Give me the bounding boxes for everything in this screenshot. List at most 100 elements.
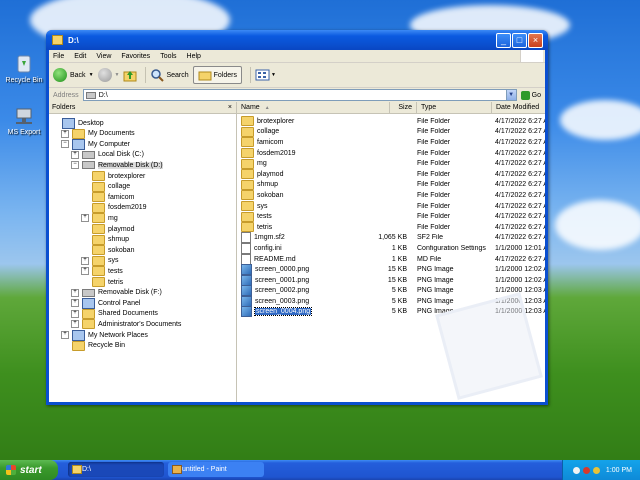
file-type: File Folder <box>417 213 451 221</box>
file-row[interactable]: tests File Folder 4/17/2022 6:27 AM <box>237 211 545 222</box>
tree-item[interactable]: collage <box>81 181 130 192</box>
security-tray-icon[interactable] <box>582 466 590 474</box>
network-tray-icon[interactable] <box>572 466 580 474</box>
menu-edit[interactable]: Edit <box>74 53 86 60</box>
file-name: 1mgm.sf2 <box>254 234 285 242</box>
tree-item[interactable]: + mg <box>81 213 118 224</box>
tree-item[interactable]: + Removable Disk (F:) <box>71 288 162 298</box>
menu-file[interactable]: File <box>53 53 64 60</box>
file-type: File Folder <box>417 160 451 168</box>
file-row[interactable]: config.ini 1 KB Configuration Settings 1/1/… <box>237 242 545 254</box>
tree-item[interactable]: + My Documents <box>61 128 135 139</box>
file-name-cell: brotexplorer <box>237 116 341 127</box>
forward-button[interactable]: ▼ <box>97 68 119 82</box>
expand-icon[interactable]: + <box>81 214 89 223</box>
menu-favorites[interactable]: Favorites <box>121 53 150 60</box>
tree-item[interactable]: brotexplorer <box>81 171 145 181</box>
up-button[interactable] <box>123 68 137 82</box>
taskbar-button-paint[interactable]: untitled - Paint <box>168 462 264 477</box>
file-row[interactable]: 1mgm.sf2 1,065 KB SF2 File 4/17/2022 6:27 A… <box>237 232 545 244</box>
views-button[interactable]: ▼ <box>255 69 276 81</box>
expand-icon[interactable]: + <box>71 299 79 308</box>
back-button[interactable]: Back ▼ <box>53 68 94 82</box>
taskbar-button-explorer[interactable]: D:\ <box>68 462 164 477</box>
folders-button[interactable]: Folders <box>192 66 242 84</box>
search-button[interactable]: Search <box>150 68 189 82</box>
file-row[interactable]: playmod File Folder 4/17/2022 6:27 AM <box>237 169 545 180</box>
start-button[interactable]: start <box>0 460 58 480</box>
column-header-type[interactable]: Type <box>417 102 492 113</box>
file-row[interactable]: fosdem2019 File Folder 4/17/2022 6:27 AM <box>237 148 545 159</box>
maximize-button[interactable]: □ <box>512 33 527 48</box>
tree-item[interactable]: + Control Panel <box>71 297 140 309</box>
go-button[interactable]: Go <box>520 90 541 100</box>
column-header-date[interactable]: Date Modified <box>492 102 545 113</box>
drive-icon <box>82 150 95 159</box>
folder-icon <box>82 308 95 319</box>
expand-icon[interactable]: + <box>81 256 89 265</box>
file-date: 4/17/2022 6:27 AM <box>495 181 545 189</box>
file-row[interactable]: shmup File Folder 4/17/2022 6:27 AM <box>237 179 545 191</box>
file-row[interactable]: screen_0002.png 5 KB PNG Image 1/1/2000 12:… <box>237 285 545 297</box>
volume-tray-icon[interactable] <box>592 466 600 474</box>
tree-item[interactable]: Recycle Bin <box>61 340 125 351</box>
column-header-size-label: Size <box>398 104 412 111</box>
minimize-button[interactable]: _ <box>496 33 511 48</box>
expand-icon[interactable]: + <box>61 129 69 138</box>
file-row[interactable]: mg File Folder 4/17/2022 6:27 AM <box>237 158 545 169</box>
file-row[interactable]: sokoban File Folder 4/17/2022 6:27 AM <box>237 190 545 201</box>
column-header-size[interactable]: Size <box>390 102 417 113</box>
expand-icon[interactable]: + <box>61 331 69 339</box>
tree-item[interactable]: tetris <box>81 277 123 287</box>
title-bar[interactable]: D:\ <box>46 30 548 50</box>
tree-item[interactable]: shmup <box>81 234 129 245</box>
folders-label: Folders <box>213 71 237 79</box>
column-header-name[interactable]: Name ▲ <box>237 102 390 113</box>
menu-help[interactable]: Help <box>187 53 201 60</box>
file-row[interactable]: sys File Folder 4/17/2022 6:27 AM <box>237 201 545 212</box>
expand-icon[interactable]: + <box>71 320 79 329</box>
file-row[interactable]: brotexplorer File Folder 4/17/2022 6:27 AM <box>237 116 545 127</box>
file-name: README.md <box>254 255 296 263</box>
file-row[interactable]: screen_0001.png 15 KB PNG Image 1/1/2000 12… <box>237 274 545 286</box>
tree-item[interactable]: + Administrator's Documents <box>71 319 182 330</box>
tree-item[interactable]: − Removable Disk (D:) <box>71 160 163 170</box>
file-row[interactable]: screen_0000.png 15 KB PNG Image 1/1/2000 12… <box>237 264 545 276</box>
expand-icon[interactable]: + <box>81 267 89 276</box>
tree-item[interactable]: sokoban <box>81 245 134 256</box>
expand-icon[interactable]: + <box>71 150 79 159</box>
tree-item[interactable]: + Local Disk (C:) <box>71 150 144 160</box>
tree-item[interactable]: Desktop <box>51 117 104 129</box>
address-input[interactable]: D:\ <box>82 89 507 101</box>
file-date: 1/1/2000 12:02 AM <box>495 276 545 284</box>
menu-view[interactable]: View <box>96 53 111 60</box>
menu-tools[interactable]: Tools <box>160 53 176 60</box>
tree-item[interactable]: + tests <box>81 266 123 277</box>
collapse-icon[interactable]: − <box>71 161 79 170</box>
file-row[interactable]: README.md 1 KB MD File 4/17/2022 6:27 AM <box>237 253 545 265</box>
file-row[interactable]: tetris File Folder 4/17/2022 6:27 AM <box>237 222 545 233</box>
file-row[interactable]: famicom File Folder 4/17/2022 6:27 AM <box>237 137 545 148</box>
folders-pane-close-button[interactable]: × <box>228 104 232 111</box>
recycle-bin-icon <box>14 52 34 74</box>
collapse-icon[interactable]: − <box>61 140 69 149</box>
file-name-cell: mg <box>237 158 341 169</box>
tree-item[interactable]: + Shared Documents <box>71 308 158 319</box>
tree-item[interactable]: playmod <box>81 224 134 234</box>
close-button[interactable]: × <box>528 33 543 48</box>
tree-item-label: Administrator's Documents <box>98 320 182 328</box>
clock[interactable]: 1:00 PM <box>606 467 632 474</box>
address-dropdown-button[interactable]: ▼ <box>505 89 517 101</box>
tree-item[interactable]: + My Network Places <box>61 329 148 341</box>
desktop-icon-recycle-bin[interactable]: Recycle Bin <box>2 52 46 84</box>
tree-item[interactable]: + sys <box>81 255 119 266</box>
file-size: 5 KB <box>391 297 407 305</box>
file-row[interactable]: collage File Folder 4/17/2022 6:27 AM <box>237 126 545 138</box>
tree-item[interactable]: famicom <box>81 192 134 203</box>
expand-icon[interactable]: + <box>71 288 79 297</box>
tree-item[interactable]: − My Computer <box>61 138 130 150</box>
expand-icon[interactable]: + <box>71 309 79 318</box>
tree-item[interactable]: fosdem2019 <box>81 202 147 213</box>
desktop-icon-ms-export[interactable]: MS Export <box>2 104 46 136</box>
